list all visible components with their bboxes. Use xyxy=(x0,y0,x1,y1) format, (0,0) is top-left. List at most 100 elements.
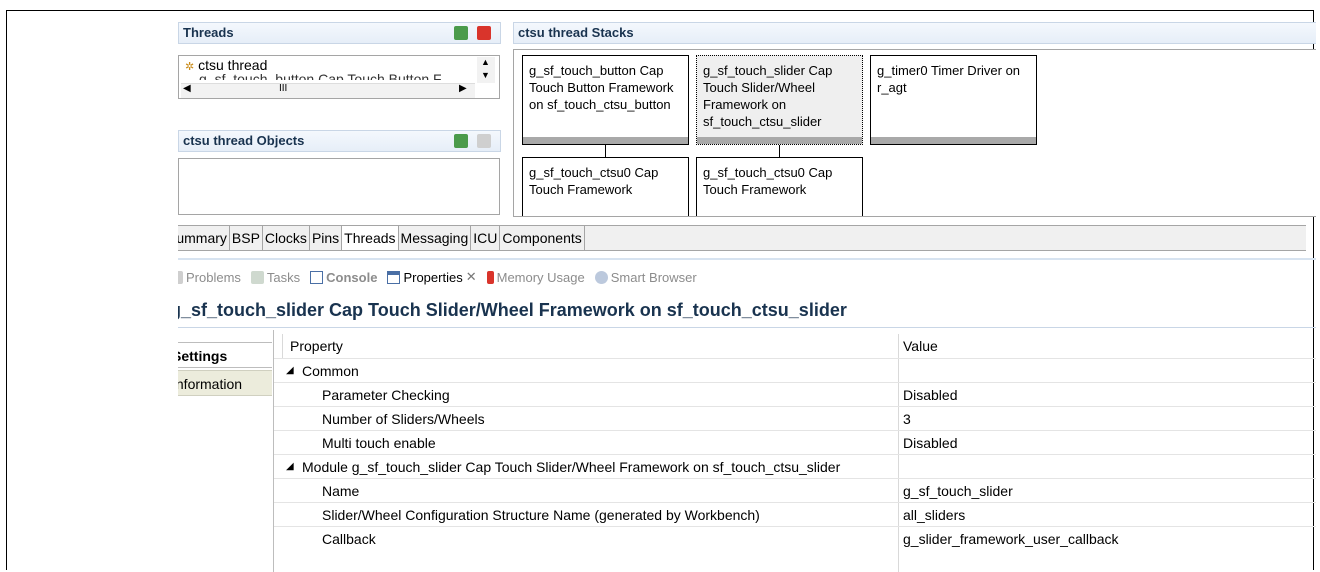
tab-console[interactable]: Console xyxy=(310,269,377,285)
table-row[interactable]: Parameter Checking Disabled xyxy=(274,382,1316,406)
tab-properties[interactable]: Properties ✕ xyxy=(387,269,477,285)
scroll-left-icon[interactable]: ◀ xyxy=(183,83,191,94)
thread-item-label: ctsu thread xyxy=(198,57,268,73)
table-row[interactable]: ◢ Common xyxy=(274,358,1316,382)
property-name: Callback xyxy=(322,531,376,547)
objects-panel-header: ctsu thread Objects xyxy=(178,130,501,152)
property-value[interactable]: g_slider_framework_user_callback xyxy=(903,527,1119,551)
stacks-canvas: g_sf_touch_button Cap Touch Button Frame… xyxy=(513,49,1316,217)
objects-list xyxy=(178,158,500,215)
stack-module-bar xyxy=(697,137,862,144)
properties-icon xyxy=(387,270,401,284)
view-tab-bar: Problems Tasks Console Properties ✕ Memo… xyxy=(178,269,697,285)
property-value[interactable]: Disabled xyxy=(903,431,957,455)
tab-label: Problems xyxy=(186,269,241,285)
tab-memory-usage[interactable]: Memory Usage xyxy=(486,269,585,285)
tab-smart-browser[interactable]: Smart Browser xyxy=(594,269,697,285)
stack-module-timer[interactable]: g_timer0 Timer Driver on r_agt xyxy=(870,55,1037,145)
thread-gear-icon: ✲ xyxy=(185,61,195,73)
scroll-thumb[interactable]: III xyxy=(279,83,287,94)
tab-bsp[interactable]: BSP xyxy=(230,226,263,250)
tab-messaging[interactable]: Messaging xyxy=(399,226,472,250)
stacks-panel-title: ctsu thread Stacks xyxy=(518,25,634,40)
stack-connector xyxy=(779,145,780,157)
column-divider xyxy=(282,334,283,358)
property-value[interactable]: 3 xyxy=(903,407,911,431)
stack-module-label: g_sf_touch_slider Cap Touch Slider/Wheel… xyxy=(703,63,833,129)
table-row[interactable]: Multi touch enable Disabled xyxy=(274,430,1316,454)
stack-module-label: g_sf_touch_button Cap Touch Button Frame… xyxy=(529,63,674,112)
threads-list: ✲ ctsu thread g_sf_touch_button Cap Touc… xyxy=(178,55,500,99)
expand-icon[interactable]: ◢ xyxy=(286,359,294,383)
property-name: Module g_sf_touch_slider Cap Touch Slide… xyxy=(302,459,841,475)
config-tab-bar: Summary BSP Clocks Pins Threads Messagin… xyxy=(178,225,1306,251)
expand-icon[interactable]: ◢ xyxy=(286,455,294,479)
tab-threads[interactable]: Threads xyxy=(342,226,399,250)
table-row[interactable]: Slider/Wheel Configuration Structure Nam… xyxy=(274,502,1316,526)
property-name: Multi touch enable xyxy=(322,435,436,451)
nav-settings[interactable]: Settings xyxy=(178,342,272,368)
tab-components[interactable]: Components xyxy=(500,226,585,250)
tab-label: Memory Usage xyxy=(496,269,585,285)
tab-label: Smart Browser xyxy=(610,269,697,285)
property-value[interactable]: Disabled xyxy=(903,383,957,407)
stack-module-ctsu0-b[interactable]: g_sf_touch_ctsu0 Cap Touch Framework xyxy=(696,157,863,216)
nav-label: Settings xyxy=(178,348,228,364)
thread-item-ctsu[interactable]: ✲ ctsu thread xyxy=(185,57,267,73)
close-tab-icon[interactable]: ✕ xyxy=(466,269,477,285)
stacks-panel-header: ctsu thread Stacks xyxy=(513,22,1316,44)
col-header-value[interactable]: Value xyxy=(903,334,938,358)
table-row[interactable]: Number of Sliders/Wheels 3 xyxy=(274,406,1316,430)
scroll-up-icon[interactable]: ▲ xyxy=(481,57,490,67)
remove-object-icon xyxy=(477,134,491,148)
tab-label: Tasks xyxy=(266,269,301,285)
objects-panel-title: ctsu thread Objects xyxy=(183,133,305,148)
add-object-icon[interactable] xyxy=(454,134,468,148)
property-value[interactable]: g_sf_touch_slider xyxy=(903,479,1013,503)
tab-tasks[interactable]: Tasks xyxy=(250,269,301,285)
nav-label: Information xyxy=(178,376,243,392)
threads-panel-header: Threads xyxy=(178,22,501,44)
tab-icu[interactable]: ICU xyxy=(471,226,501,250)
tab-clocks[interactable]: Clocks xyxy=(263,226,310,250)
stack-module-touch-slider[interactable]: g_sf_touch_slider Cap Touch Slider/Wheel… xyxy=(696,55,863,145)
stack-module-label: g_timer0 Timer Driver on r_agt xyxy=(877,63,1021,95)
properties-nav: Settings Information xyxy=(178,330,274,572)
properties-title: g_sf_touch_slider Cap Touch Slider/Wheel… xyxy=(178,300,847,320)
table-row[interactable]: Name g_sf_touch_slider xyxy=(274,478,1316,502)
property-name: Name xyxy=(322,483,360,499)
memory-icon xyxy=(486,270,494,284)
threads-hscroll[interactable]: ◀ III ▶ xyxy=(181,83,475,98)
threads-panel-title: Threads xyxy=(183,25,234,40)
property-name: Parameter Checking xyxy=(322,387,450,403)
problems-icon xyxy=(178,270,183,284)
remove-thread-icon[interactable] xyxy=(477,26,491,40)
scroll-right-icon[interactable]: ▶ xyxy=(459,83,467,94)
tab-problems[interactable]: Problems xyxy=(178,269,241,285)
tab-pins[interactable]: Pins xyxy=(310,226,343,250)
screenshot-area: Threads ✲ ctsu thread g_sf_touch_button … xyxy=(178,22,1316,572)
thread-item-button[interactable]: g_sf_touch_button Cap Touch Button F xyxy=(199,72,442,80)
nav-information[interactable]: Information xyxy=(178,370,272,396)
thread-item-label: g_sf_touch_button Cap Touch Button F xyxy=(199,72,442,80)
stack-module-touch-button[interactable]: g_sf_touch_button Cap Touch Button Frame… xyxy=(522,55,689,145)
property-name: Common xyxy=(302,363,359,379)
threads-vscroll[interactable]: ▲ ▼ xyxy=(477,57,495,83)
tasks-icon xyxy=(250,270,264,284)
tab-label: Console xyxy=(326,269,378,285)
stack-module-bar xyxy=(871,137,1036,144)
col-header-property[interactable]: Property xyxy=(290,334,343,358)
table-row[interactable]: ◢ Module g_sf_touch_slider Cap Touch Sli… xyxy=(274,454,1316,478)
console-icon xyxy=(310,270,324,284)
tab-label: Properties xyxy=(403,269,463,285)
smart-browser-icon xyxy=(594,270,608,284)
stack-module-label: g_sf_touch_ctsu0 Cap Touch Framework xyxy=(703,165,833,197)
property-value[interactable]: all_sliders xyxy=(903,503,965,527)
stack-module-ctsu0-a[interactable]: g_sf_touch_ctsu0 Cap Touch Framework xyxy=(522,157,689,216)
table-row[interactable]: Callback g_slider_framework_user_callbac… xyxy=(274,526,1316,550)
property-name: Slider/Wheel Configuration Structure Nam… xyxy=(322,507,760,523)
add-thread-icon[interactable] xyxy=(454,26,468,40)
property-name: Number of Sliders/Wheels xyxy=(322,411,485,427)
tab-summary[interactable]: Summary xyxy=(178,226,230,250)
scroll-down-icon[interactable]: ▼ xyxy=(481,70,490,80)
